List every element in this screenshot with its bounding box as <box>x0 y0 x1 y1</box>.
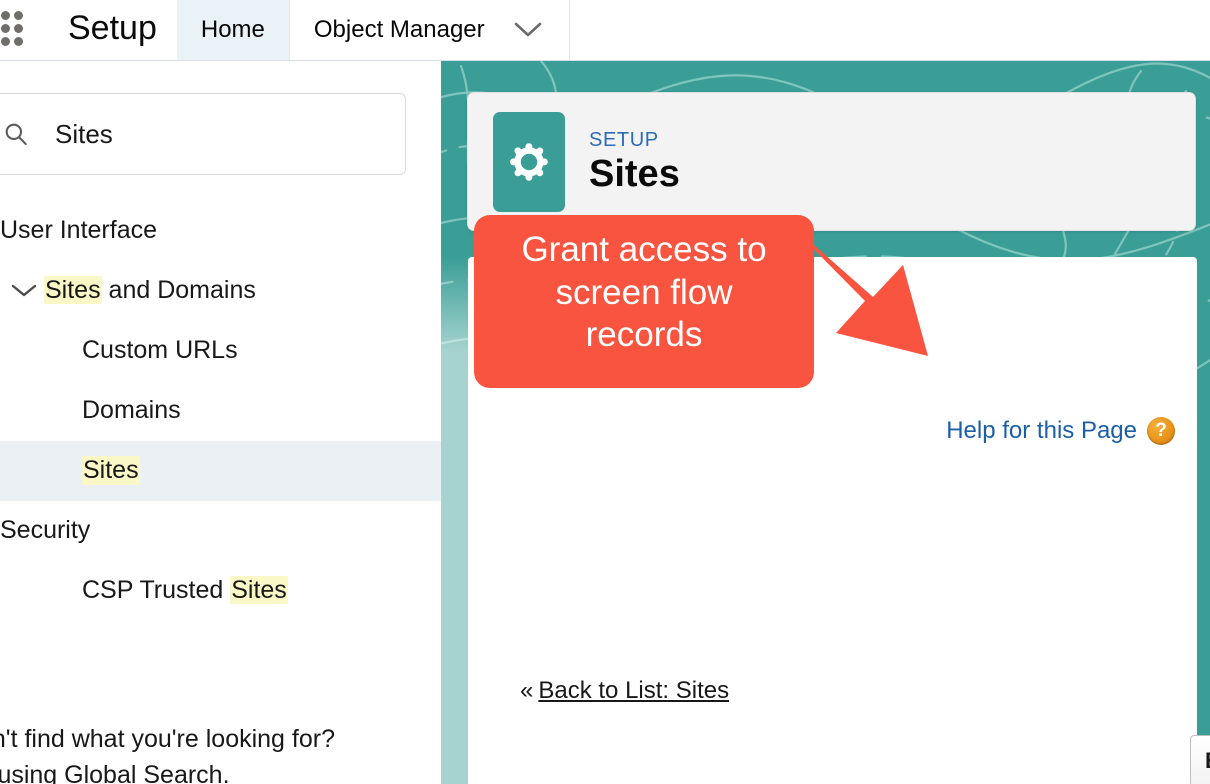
quick-find-search-box[interactable]: Sites <box>0 93 406 175</box>
setup-page-header-card: SETUP Sites <box>467 92 1196 231</box>
setup-card-titles: SETUP Sites <box>589 129 680 195</box>
edit-button[interactable]: Edit <box>1190 735 1210 784</box>
chevron-down-icon <box>514 22 541 37</box>
sidebar-footer-line-2: y using Global Search. <box>0 761 230 784</box>
sidebar-item-label: Domains <box>82 396 181 424</box>
sidebar-section-user-interface: User Interface <box>0 216 158 244</box>
sidebar-item-domains[interactable]: Domains <box>0 381 441 441</box>
app-launcher-dots-icon <box>0 10 27 50</box>
sidebar-item-custom-urls[interactable]: Custom URLs <box>0 321 441 381</box>
sidebar-item-label: Sites and Domains <box>44 276 256 304</box>
tab-object-manager-label: Object Manager <box>313 16 485 43</box>
page-title: Sites <box>589 152 680 195</box>
search-icon <box>5 123 27 146</box>
setup-page-root: Setup Home Object Manager Sites User Int… <box>0 0 1210 784</box>
back-to-list-link[interactable]: «Back to List: Sites <box>520 677 729 705</box>
setup-title: Setup <box>68 8 157 47</box>
tab-home-label: Home <box>200 16 265 43</box>
search-input-value: Sites <box>55 118 113 149</box>
question-mark-badge-icon[interactable]: ? <box>1147 417 1175 445</box>
annotation-callout: Grant access to screen flow records <box>474 215 814 388</box>
sidebar-item-sites[interactable]: Sites <box>0 440 441 501</box>
global-header: Setup Home Object Manager <box>0 0 1210 61</box>
tab-home[interactable]: Home <box>176 0 290 60</box>
annotation-callout-text: Grant access to screen flow records <box>521 230 767 355</box>
app-launcher-button[interactable] <box>0 0 52 60</box>
sidebar-item-sites-and-domains[interactable]: Sites and Domains <box>0 261 441 321</box>
site-detail-action-buttons: Edit Public Access Settings Login Settin… <box>1190 735 1210 784</box>
nav-tabs: Home Object Manager <box>176 0 570 60</box>
button-row-1: Edit Public Access Settings <box>1190 735 1210 784</box>
setup-gear-badge <box>493 111 565 212</box>
chevron-down-icon[interactable] <box>4 283 44 299</box>
sidebar-item-label: Custom URLs <box>82 336 238 364</box>
sidebar-section-security: Security <box>0 515 91 544</box>
sidebar-footer-note: dn't find what you're looking for? y usi… <box>0 721 438 784</box>
sidebar-item-label: CSP Trusted Sites <box>82 575 288 604</box>
panel-left-fade <box>441 257 468 784</box>
help-for-this-page-row[interactable]: Help for this Page ? <box>946 417 1175 445</box>
setup-main-region: SETUP Sites Help for this Page ? «Back t… <box>441 61 1210 784</box>
setup-eyebrow: SETUP <box>589 128 659 151</box>
gear-icon <box>510 142 548 181</box>
sidebar-footer-line-1: dn't find what you're looking for? <box>0 725 335 753</box>
setup-sidebar: Sites User Interface Sites and Domains C… <box>0 61 441 784</box>
double-chevron-left-icon: « <box>520 677 534 704</box>
help-for-this-page-link[interactable]: Help for this Page <box>946 417 1137 445</box>
back-to-list-label: Back to List: Sites <box>538 677 730 704</box>
tab-object-manager[interactable]: Object Manager <box>290 0 499 60</box>
sidebar-nav-list: User Interface Sites and Domains Custom … <box>0 201 441 620</box>
tab-dropdown-button[interactable] <box>499 0 570 60</box>
sidebar-item-csp-trusted-sites[interactable]: CSP Trusted Sites <box>0 560 441 620</box>
sidebar-item-label: Sites <box>82 456 140 485</box>
